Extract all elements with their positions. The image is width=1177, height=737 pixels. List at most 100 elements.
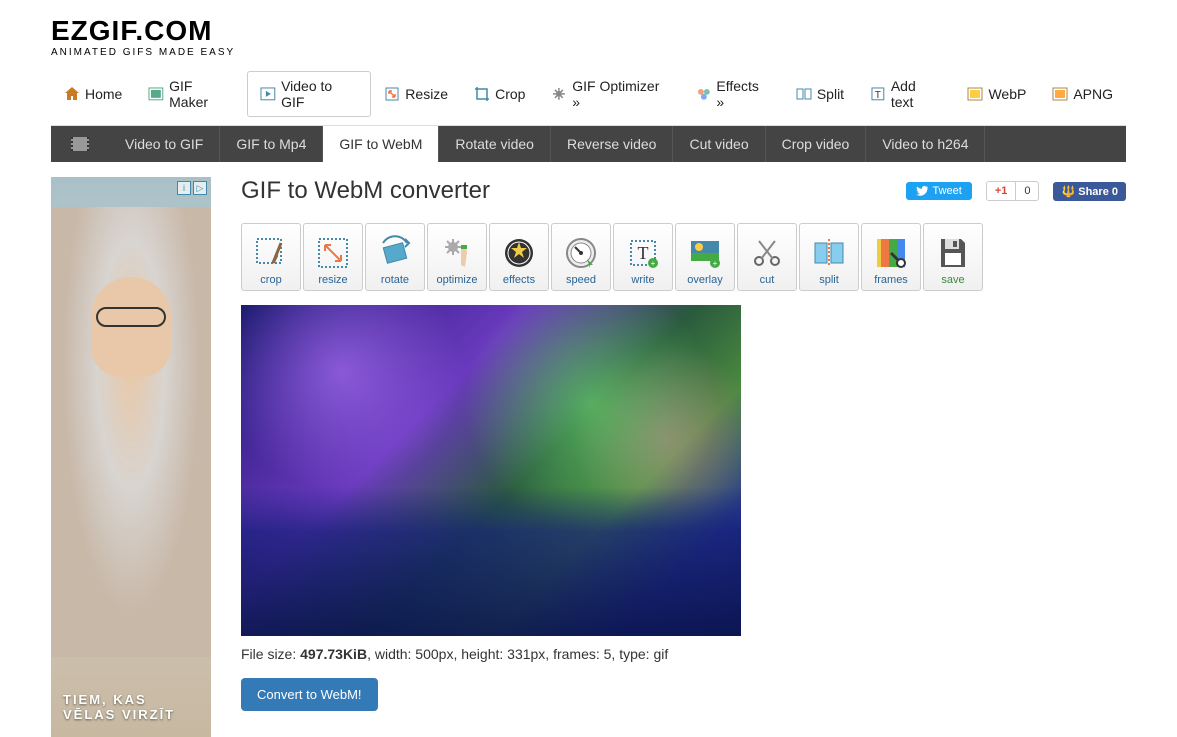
split-tool-icon [809, 234, 849, 272]
svg-text:+: + [651, 259, 656, 268]
fb-label: Share 0 [1078, 186, 1118, 198]
text-icon: T [870, 86, 886, 102]
tool-label: effects [503, 274, 535, 286]
subnav-video-to-h264[interactable]: Video to h264 [866, 126, 985, 162]
gplus-button[interactable]: +10 [986, 181, 1040, 201]
tool-label: write [631, 274, 654, 286]
nav-label: GIF Maker [169, 78, 234, 110]
speed-tool-icon [561, 234, 601, 272]
tool-resize[interactable]: resize [303, 223, 363, 291]
nav-resize[interactable]: Resize [371, 71, 461, 117]
tool-overlay[interactable]: + overlay [675, 223, 735, 291]
nav-label: Split [817, 86, 844, 102]
resize-tool-icon [313, 234, 353, 272]
subnav-cut-video[interactable]: Cut video [673, 126, 765, 162]
toolbar: crop resize rotate optimize effects spee… [241, 223, 1126, 291]
page-title: GIF to WebM converter [241, 177, 490, 205]
tool-label: cut [760, 274, 775, 286]
nav-video-to-gif[interactable]: Video to GIF [247, 71, 371, 117]
main-content: GIF to WebM converter Tweet +10 🔱 Share … [241, 177, 1126, 737]
webp-icon [967, 86, 983, 102]
tool-frames[interactable]: frames [861, 223, 921, 291]
nav-webp[interactable]: WebP [954, 71, 1039, 117]
nav-main: Home GIF Maker Video to GIF Resize Crop … [51, 63, 1126, 126]
tool-label: rotate [381, 274, 409, 286]
tweet-button[interactable]: Tweet [906, 182, 971, 200]
gif-icon [148, 86, 164, 102]
file-rest: , width: 500px, height: 331px, frames: 5… [367, 646, 668, 662]
nav-optimizer[interactable]: GIF Optimizer » [538, 71, 682, 117]
convert-button[interactable]: Convert to WebM! [241, 678, 378, 711]
ad-info-icon[interactable]: i [177, 181, 191, 195]
nav-apng[interactable]: APNG [1039, 71, 1126, 117]
tool-label: speed [566, 274, 596, 286]
cut-tool-icon [747, 234, 787, 272]
nav-label: Add text [891, 78, 942, 110]
tool-rotate[interactable]: rotate [365, 223, 425, 291]
svg-text:T: T [875, 90, 881, 101]
nav-home[interactable]: Home [51, 71, 135, 117]
tool-label: frames [874, 274, 908, 286]
nav-label: Video to GIF [281, 78, 358, 110]
resize-icon [384, 86, 400, 102]
tool-write[interactable]: T+ write [613, 223, 673, 291]
tweet-label: Tweet [932, 185, 961, 197]
file-info-label: File size: [241, 646, 300, 662]
tool-label: crop [260, 274, 281, 286]
tool-label: resize [318, 274, 347, 286]
nav-crop[interactable]: Crop [461, 71, 538, 117]
tool-cut[interactable]: cut [737, 223, 797, 291]
tool-label: optimize [437, 274, 478, 286]
nav-label: Effects » [716, 78, 769, 110]
file-size: 497.73KiB [300, 646, 367, 662]
subnav-gif-to-mp4[interactable]: GIF to Mp4 [220, 126, 323, 162]
header: EZGIF.COM ANIMATED GIFS MADE EASY [51, 0, 1126, 63]
gplus-label: +1 [987, 182, 1016, 200]
rotate-tool-icon [375, 234, 415, 272]
subnav-reverse-video[interactable]: Reverse video [551, 126, 674, 162]
svg-text:T: T [638, 243, 649, 263]
nav-label: GIF Optimizer » [572, 78, 669, 110]
optimize-tool-icon [437, 234, 477, 272]
nav-split[interactable]: Split [783, 71, 857, 117]
subnav-rotate-video[interactable]: Rotate video [439, 126, 551, 162]
tagline: ANIMATED GIFS MADE EASY [51, 47, 1126, 58]
sidebar-ad: i▷ TIEM, KAS VĒLAS VIRZĪT [51, 177, 211, 737]
social-buttons: Tweet +10 🔱 Share 0 [906, 181, 1126, 201]
nav-add-text[interactable]: T Add text [857, 71, 954, 117]
nav-label: Resize [405, 86, 448, 102]
frames-tool-icon [871, 234, 911, 272]
image-preview [241, 305, 741, 636]
ad-box[interactable]: i▷ TIEM, KAS VĒLAS VIRZĪT [51, 177, 211, 737]
nav-effects[interactable]: Effects » [683, 71, 783, 117]
write-tool-icon: T+ [623, 234, 663, 272]
tool-optimize[interactable]: optimize [427, 223, 487, 291]
nav-gif-maker[interactable]: GIF Maker [135, 71, 247, 117]
tool-effects[interactable]: effects [489, 223, 549, 291]
split-icon [796, 86, 812, 102]
video-icon [260, 86, 276, 102]
effects-tool-icon [499, 234, 539, 272]
tool-label: overlay [687, 274, 722, 286]
subnav-gif-to-webm[interactable]: GIF to WebM [323, 126, 439, 162]
twitter-icon [916, 186, 928, 196]
overlay-tool-icon: + [685, 234, 725, 272]
ad-close-icon[interactable]: ▷ [193, 181, 207, 195]
tool-save[interactable]: save [923, 223, 983, 291]
subnav-crop-video[interactable]: Crop video [766, 126, 867, 162]
subnav-video-to-gif[interactable]: Video to GIF [109, 126, 220, 162]
ad-badge[interactable]: i▷ [177, 181, 207, 195]
nav-label: WebP [988, 86, 1026, 102]
tool-crop[interactable]: crop [241, 223, 301, 291]
crop-tool-icon [251, 234, 291, 272]
film-icon [51, 129, 109, 159]
tool-label: split [819, 274, 839, 286]
effects-icon [696, 86, 712, 102]
nav-label: Home [85, 86, 122, 102]
tool-split[interactable]: split [799, 223, 859, 291]
logo[interactable]: EZGIF.COM [51, 15, 1126, 47]
home-icon [64, 86, 80, 102]
fb-share-button[interactable]: 🔱 Share 0 [1053, 182, 1126, 201]
tool-speed[interactable]: speed [551, 223, 611, 291]
crop-icon [474, 86, 490, 102]
